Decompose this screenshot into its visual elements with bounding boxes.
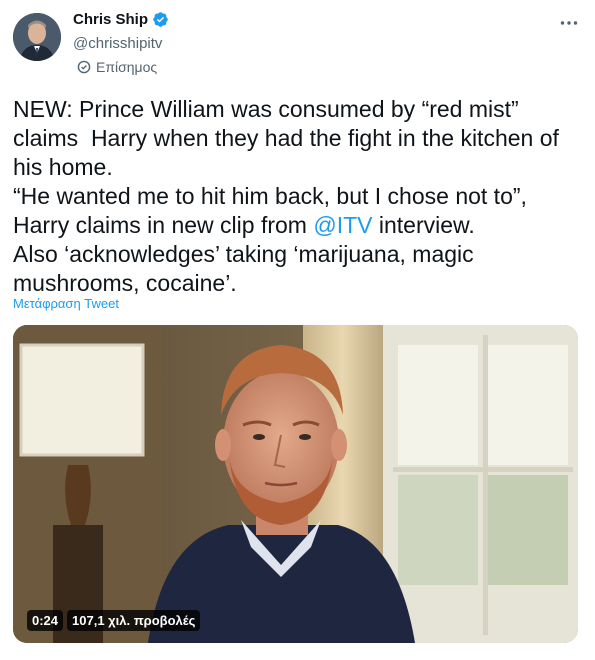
tweet-text-line: Harry claims in new clip from @ITV inter… <box>13 211 583 240</box>
more-dots-icon <box>560 21 578 25</box>
video-player[interactable] <box>13 325 578 643</box>
author-handle[interactable]: @chrisshipitv <box>73 35 162 52</box>
itv-mention-link[interactable]: @ITV <box>313 212 372 238</box>
translate-tweet-link[interactable]: Μετάφραση Tweet <box>13 296 119 311</box>
video-thumbnail <box>13 325 578 643</box>
tweet-text-fragment: Harry claims in new clip from <box>13 212 314 238</box>
author-name-row[interactable]: Chris Ship <box>73 11 169 28</box>
video-overlay-badges: 0:24 107,1 χιλ. προβολές <box>27 610 204 631</box>
video-views-badge: 107,1 χιλ. προβολές <box>67 610 201 631</box>
tweet-text-fragment: interview. <box>372 212 475 238</box>
avatar[interactable] <box>13 13 61 61</box>
tweet-text: NEW: Prince William was consumed by “red… <box>13 95 583 298</box>
tweet-text-line: NEW: Prince William was consumed by “red… <box>13 96 519 122</box>
more-options-button[interactable] <box>554 10 584 36</box>
display-name[interactable]: Chris Ship <box>73 11 148 28</box>
tweet-text-line: Also ‘acknowledges’ taking ‘marijuana, m… <box>13 241 474 267</box>
official-check-icon <box>77 60 91 74</box>
video-duration-badge: 0:24 <box>27 610 64 631</box>
tweet-text-line: his home. <box>13 154 113 180</box>
tweet-text-line: claims Harry when they had the fight in … <box>13 125 559 151</box>
official-label: Επίσημος <box>96 59 158 75</box>
official-label-row: Επίσημος <box>77 59 157 75</box>
verified-badge-icon <box>152 11 169 28</box>
tweet-text-line: “He wanted me to hit him back, but I cho… <box>13 183 527 209</box>
tweet-card: Chris Ship @chrisshipitv Επίσημος NEW: P… <box>0 0 595 660</box>
tweet-text-line: mushrooms, cocaine’. <box>13 270 237 296</box>
